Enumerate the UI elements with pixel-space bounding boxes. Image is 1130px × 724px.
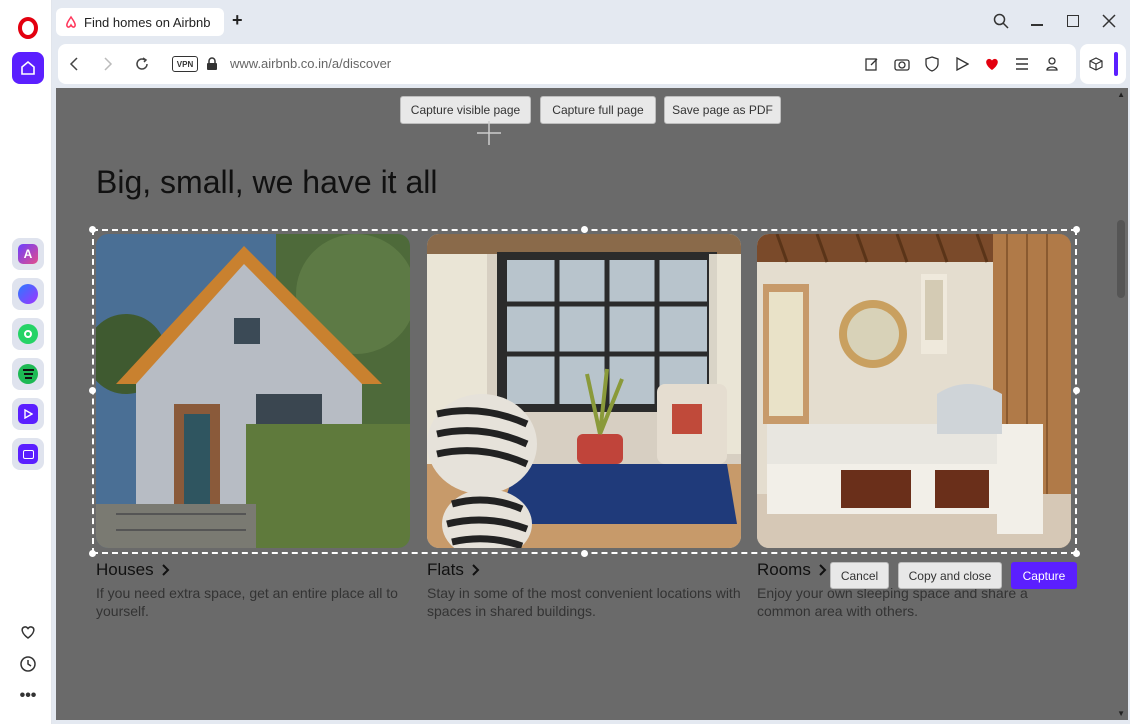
- capture-visible-page-button[interactable]: Capture visible page: [400, 96, 531, 124]
- sidebar: A •••: [0, 0, 52, 724]
- search-icon[interactable]: [990, 10, 1012, 32]
- close-window-button[interactable]: [1098, 10, 1120, 32]
- airbnb-icon: [64, 15, 78, 29]
- lock-icon[interactable]: [202, 54, 222, 74]
- maximize-button[interactable]: [1062, 10, 1084, 32]
- wallet-icon[interactable]: [12, 438, 44, 470]
- rooms-title[interactable]: Rooms: [757, 560, 827, 580]
- edit-icon[interactable]: [862, 54, 882, 74]
- camera-icon[interactable]: [892, 54, 912, 74]
- cancel-button[interactable]: Cancel: [830, 562, 889, 589]
- profile-icon[interactable]: [1042, 54, 1062, 74]
- aria-ai-icon[interactable]: A: [12, 238, 44, 270]
- address-bar: VPN www.airbnb.co.in/a/discover: [58, 44, 1076, 84]
- houses-desc: If you need extra space, get an entire p…: [96, 585, 398, 619]
- chevron-right-icon: [472, 564, 480, 576]
- vpn-badge[interactable]: VPN: [172, 56, 198, 72]
- selection-handle-bottom[interactable]: [581, 550, 588, 557]
- page-heading: Big, small, we have it all: [96, 164, 438, 200]
- extensions-cube-icon[interactable]: [1086, 54, 1106, 74]
- houses-title-text: Houses: [96, 560, 154, 579]
- new-tab-button[interactable]: +: [232, 10, 243, 31]
- flats-title[interactable]: Flats: [427, 560, 480, 580]
- tab-airbnb[interactable]: Find homes on Airbnb: [56, 8, 224, 36]
- capture-full-page-button[interactable]: Capture full page: [540, 96, 656, 124]
- more-icon[interactable]: •••: [12, 680, 44, 712]
- tab-bar: Find homes on Airbnb +: [52, 0, 1130, 42]
- capture-button[interactable]: Capture: [1011, 562, 1077, 589]
- sidebar-toggle-indicator[interactable]: [1114, 52, 1118, 76]
- player-icon[interactable]: [12, 398, 44, 430]
- url-text[interactable]: www.airbnb.co.in/a/discover: [230, 56, 391, 71]
- back-icon[interactable]: [64, 54, 84, 74]
- scroll-up-icon[interactable]: ▲: [1117, 90, 1125, 99]
- favorite-heart-icon[interactable]: [982, 54, 1002, 74]
- home-icon[interactable]: [12, 52, 44, 84]
- forward-icon[interactable]: [98, 54, 118, 74]
- history-icon[interactable]: [12, 648, 44, 680]
- scrollbar[interactable]: ▲ ▼: [1114, 88, 1128, 720]
- opera-logo-icon[interactable]: [12, 12, 44, 44]
- selection-handle-left[interactable]: [89, 387, 96, 394]
- messenger-icon[interactable]: [12, 278, 44, 310]
- selection-handle-right[interactable]: [1073, 387, 1080, 394]
- chevron-right-icon: [819, 564, 827, 576]
- heart-icon[interactable]: [12, 616, 44, 648]
- spotify-icon[interactable]: [12, 358, 44, 390]
- crosshair-cursor-icon: [477, 121, 501, 145]
- tab-title: Find homes on Airbnb: [84, 14, 211, 30]
- chevron-right-icon: [161, 564, 170, 576]
- rooms-desc: Enjoy your own sleeping space and share …: [757, 585, 1028, 619]
- whatsapp-icon[interactable]: [12, 318, 44, 350]
- selection-handle-top[interactable]: [581, 226, 588, 233]
- save-page-as-pdf-button[interactable]: Save page as PDF: [664, 96, 781, 124]
- flats-desc: Stay in some of the most convenient loca…: [427, 585, 741, 619]
- selection-handle-top-left[interactable]: [89, 226, 96, 233]
- flats-title-text: Flats: [427, 560, 464, 579]
- rooms-title-text: Rooms: [757, 560, 811, 579]
- selection-handle-bottom-left[interactable]: [89, 550, 96, 557]
- scrollbar-thumb[interactable]: [1117, 220, 1125, 298]
- selection-handle-bottom-right[interactable]: [1073, 550, 1080, 557]
- extensions-bar: [1080, 44, 1126, 84]
- capture-selection-area[interactable]: [92, 229, 1077, 554]
- send-icon[interactable]: [952, 54, 972, 74]
- copy-and-close-button[interactable]: Copy and close: [898, 562, 1002, 589]
- minimize-button[interactable]: [1026, 10, 1048, 32]
- menu-icon[interactable]: [1012, 54, 1032, 74]
- houses-title[interactable]: Houses: [96, 560, 170, 580]
- reload-icon[interactable]: [132, 54, 152, 74]
- shield-icon[interactable]: [922, 54, 942, 74]
- page-viewport: Capture visible page Capture full page S…: [56, 88, 1128, 720]
- selection-handle-top-right[interactable]: [1073, 226, 1080, 233]
- scroll-down-icon[interactable]: ▼: [1117, 709, 1125, 718]
